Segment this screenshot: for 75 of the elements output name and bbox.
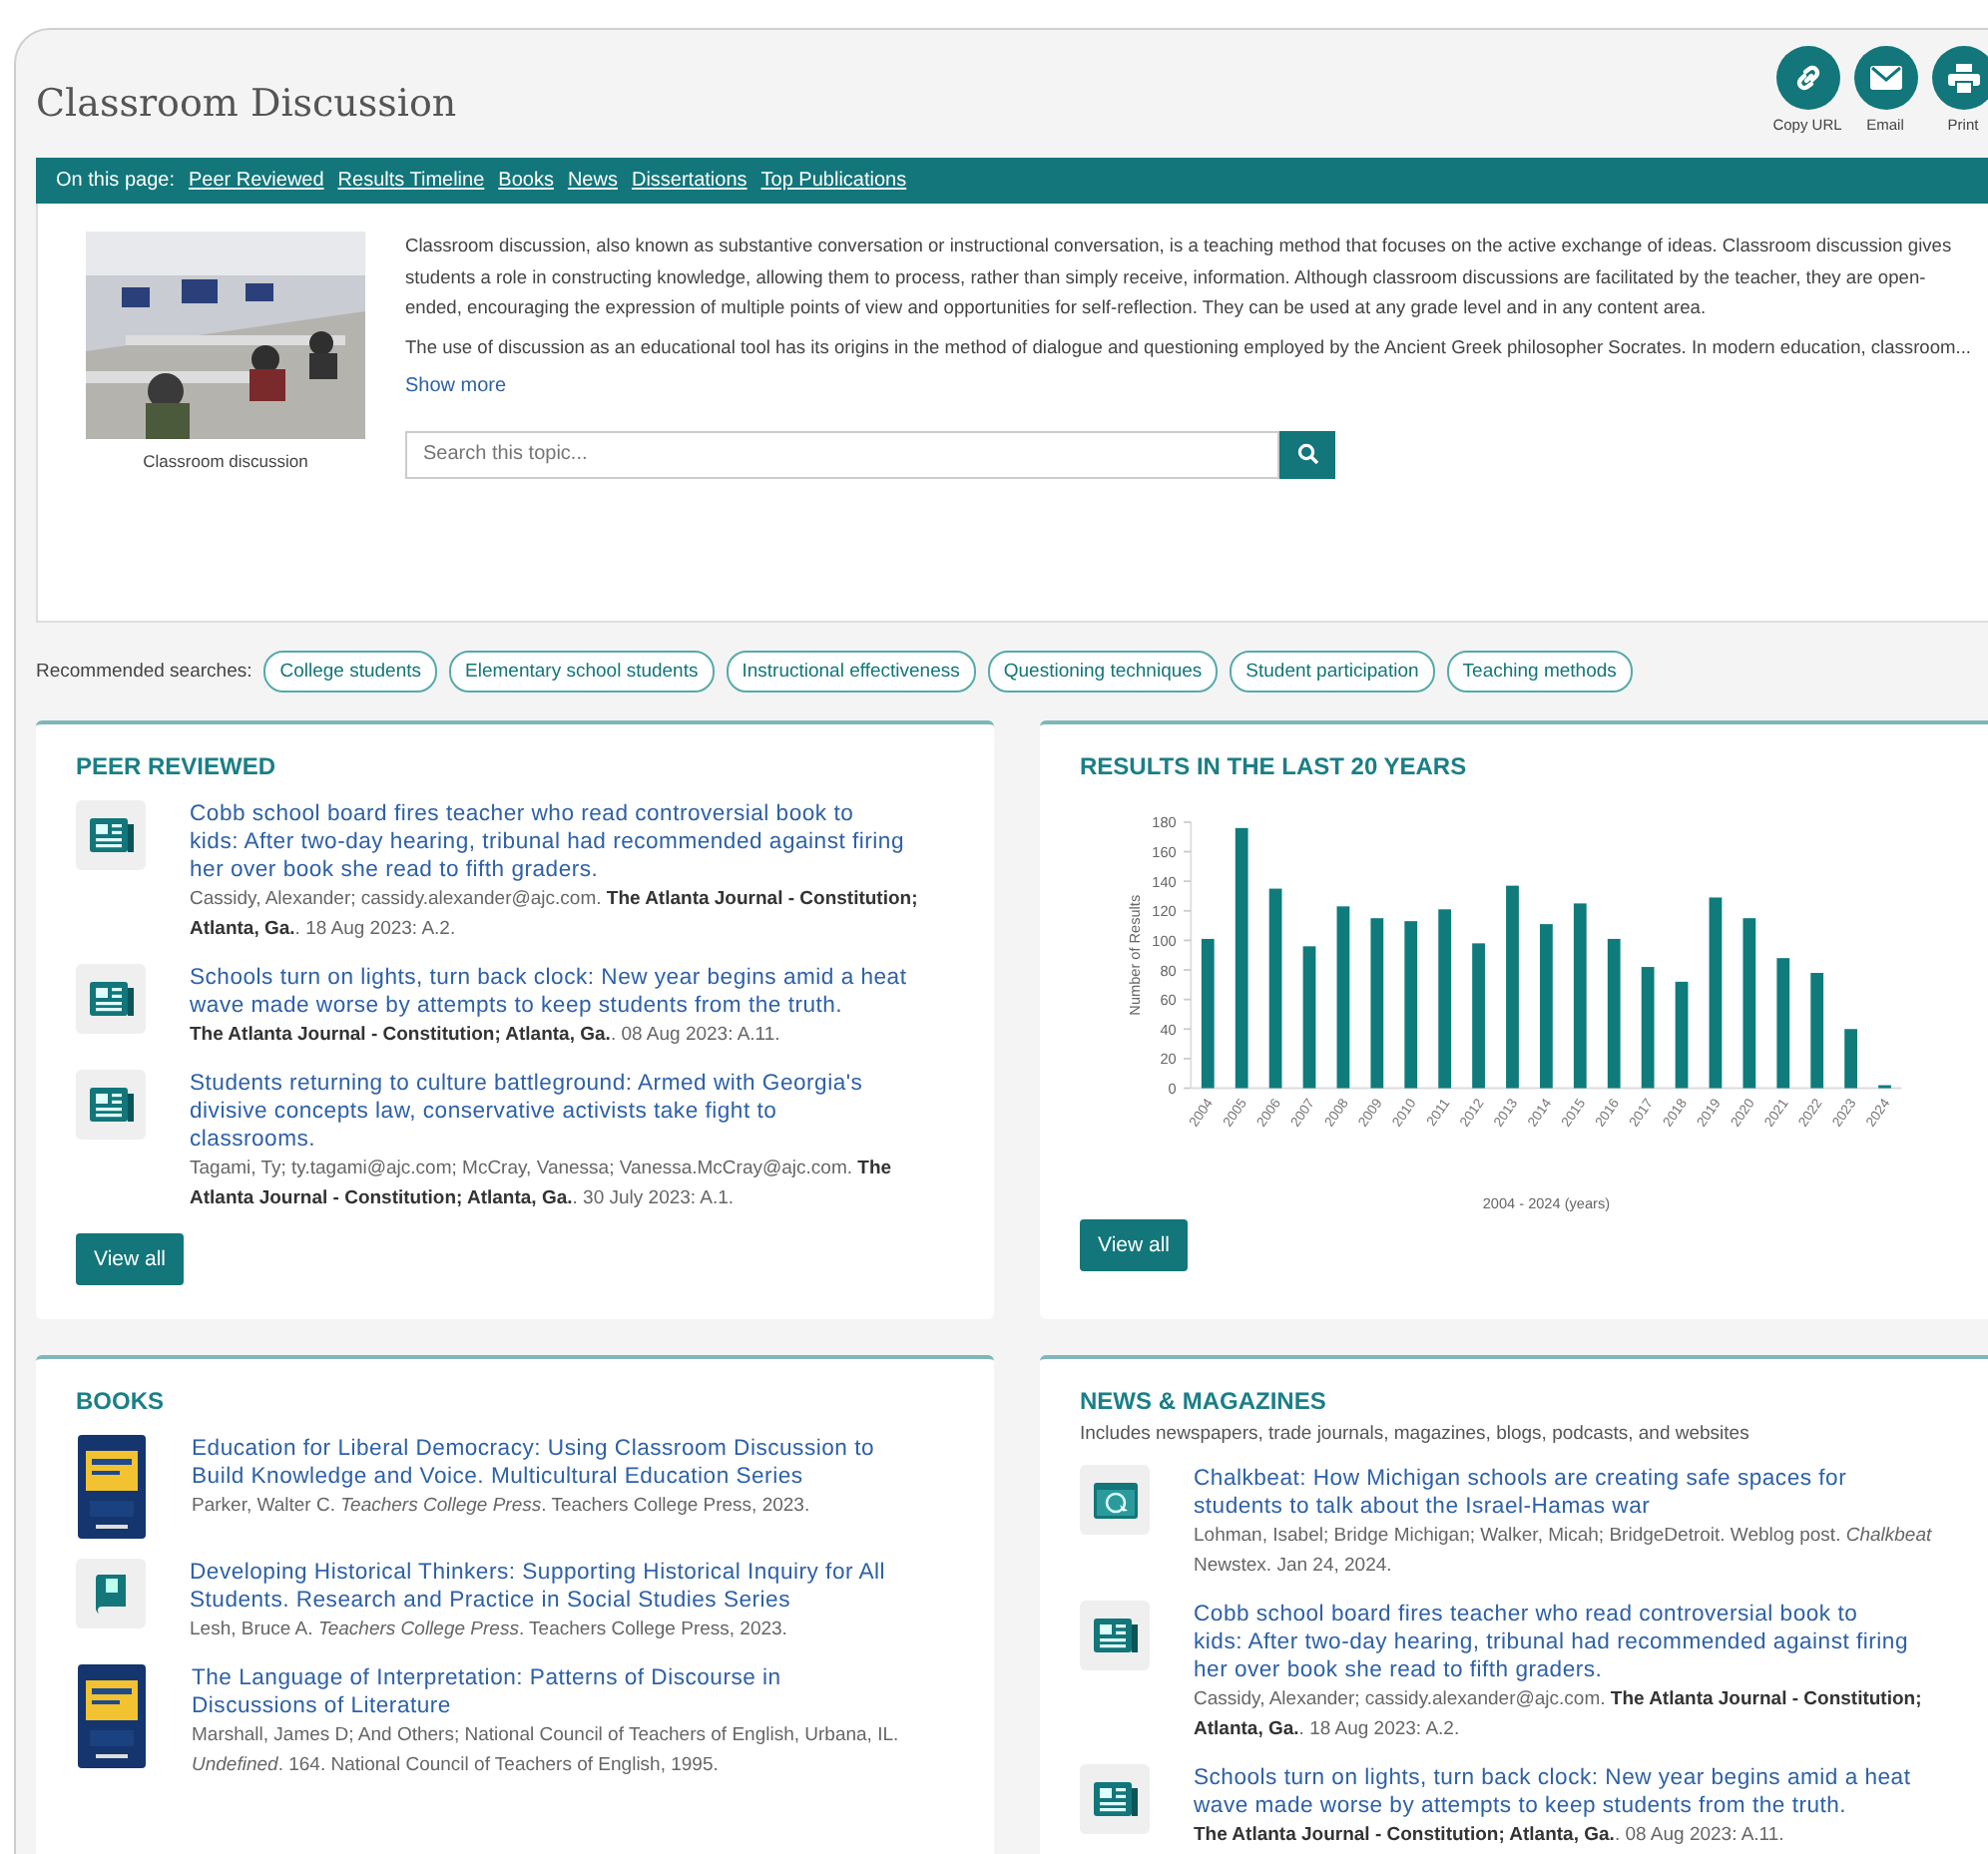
citation: Parker, Walter C. Teachers College Press. Teachers College Press, 2023. [192,1493,812,1521]
axis-tick-label: 0 [1168,1080,1177,1098]
view-all-button[interactable]: View all [1080,1219,1188,1271]
citation: Cassidy, Alexander; cassidy.alexander@ajc.com. The Atlanta Journal - Constitution; Atlanta, Ga.. 18 Aug 2023: A.2. [190,886,920,944]
nav-link[interactable]: Books [498,170,554,192]
view-all-button[interactable]: View all [76,1233,184,1285]
axis-tick-label: 20 [1160,1050,1177,1069]
nav-link[interactable]: Results Timeline [337,170,485,192]
search-tag[interactable]: Questioning techniques [987,651,1219,693]
web-page-icon [1093,1482,1137,1518]
picture-caption: Classroom discussion [143,451,308,471]
citation: The Atlanta Journal - Constitution; Atlanta, Ga.. 08 Aug 2023: A.11. [190,1022,782,1050]
nav-link[interactable]: News [567,170,618,192]
citation: Lesh, Bruce A. Teachers College Press. Teachers College Press, 2023. [190,1617,789,1644]
search-tag[interactable]: College students [263,651,438,693]
axis-tick-label: 160 [1152,843,1177,861]
citation: Cassidy, Alexander; cassidy.alexander@ajc.com. The Atlanta Journal - Constitution; Atlanta, Ga.. 18 Aug 2023: A.2. [1194,1686,1924,1744]
axis-tick-label: 80 [1160,961,1177,980]
section-heading: PEER REVIEWED [76,752,278,780]
result-link[interactable]: Cobb school board fires teacher who read controversial book to kids: After two-day hearing, tribunal had recommended against firing her over book she read to fifth graders. [190,800,908,884]
axis-tick-label: 40 [1160,1020,1177,1039]
search-tag[interactable]: Student participation [1230,651,1435,693]
show-more-link[interactable]: Show more [405,371,507,402]
envelope-icon [1869,66,1901,90]
bar [1776,958,1790,1089]
search-field[interactable]: Search this topic... [405,430,1279,478]
citation: Lohman, Isabel; Bridge Michigan; Walker, Micah; BridgeDetroit. Weblog post. Chalkbeat Newstex. Jan 24, 2024. [1194,1523,1934,1581]
nav-label: On this page: [56,170,175,192]
nav-link[interactable]: Peer Reviewed [188,170,324,192]
result-link[interactable]: Schools turn on lights, turn back clock: New year begins amid a heat wave made worse by attempts to keep students from the truth. [190,964,908,1020]
bar [1302,946,1316,1089]
result-link[interactable]: Cobb school board fires teacher who read controversial book to kids: After two-day hearing, tribunal had recommended against firing her over book she read to fifth graders. [1194,1601,1912,1684]
axis-tick-label: 60 [1160,991,1177,1010]
axis-tick-label: 120 [1152,902,1177,921]
book-icon [93,1574,129,1614]
result-link[interactable]: Chalkbeat: How Michigan schools are creating safe spaces for students to talk about the Israel-Hamas war [1194,1465,1912,1521]
description-text: Classroom discussion, also known as substantive conversation or instructional conversation, is a teaching method that focuses on the active exchange of ideas. Classroom discussion gives students a role in constructing knowledge, allowing them to process, rather than simply receive, information. Although classroom discussions are facilitated by the teacher, they are open-ended, encouraging the expression of multiple points of view and opportunities for self-reflection. They can be used at any grade level and in any content area. [405,233,1954,321]
citation: Marshall, James D; And Others; National Council of Teachers of English, Urbana, IL. Undefined. 164. National Council of Teachers of English, 1995. [192,1722,901,1780]
axis-tick-label: 180 [1152,813,1177,832]
bar [1675,981,1689,1089]
newspaper-icon [1093,1782,1137,1816]
result-link[interactable]: Students returning to culture battleground: Armed with Georgia's divisive concepts law, conservative activists take fight to classrooms. [190,1070,908,1154]
axis-tick-label: 100 [1152,931,1177,950]
result-link[interactable]: The Language of Interpretation: Patterns of Discourse in Discussions of Literature [192,1664,910,1720]
description-text: The use of discussion as an educational tool has its origins in the method of dialogue and questioning employed by the Ancient Greek philosopher Socrates. In modern education, classroom... [405,334,1974,361]
bar [1844,1029,1857,1089]
bar [1810,973,1824,1089]
result-link[interactable]: Developing Historical Thinkers: Supporting Historical Inquiry for All Students. Research and Practice in Social Studies Series [190,1559,908,1615]
axis-title: 2004 - 2024 (years) [1482,1194,1611,1213]
axis-tick-label: 140 [1152,872,1177,891]
newspaper-icon [1093,1619,1137,1652]
section-heading: BOOKS [76,1387,167,1415]
section-heading: RESULTS IN THE LAST 20 YEARS [1080,752,1469,780]
recommended-label: Recommended searches: [36,661,252,683]
nav-link[interactable]: Dissertations [631,170,747,192]
citation: The Atlanta Journal - Constitution; Atlanta, Ga.. 08 Aug 2023: A.11. [1194,1822,1786,1850]
section-subtitle: Includes newspapers, trade journals, magazines, blogs, podcasts, and websites [1080,1423,1751,1445]
axis-title: Number of Results [1126,894,1145,1016]
nav-link[interactable]: Top Publications [760,170,907,192]
search-tag[interactable]: Instructional effectiveness [726,651,976,693]
search-icon [1296,443,1318,465]
newspaper-icon [89,982,133,1016]
section-heading: NEWS & MAGAZINES [1080,1387,1328,1415]
result-link[interactable]: Schools turn on lights, turn back clock: New year begins amid a heat wave made worse by attempts to keep students from the truth. [1194,1764,1912,1820]
link-icon [1791,62,1823,94]
bar [1641,967,1655,1089]
citation: Tagami, Ty; ty.tagami@ajc.com; McCray, Vanessa; Vanessa.McCray@ajc.com. The Atlanta Journal - Constitution; Atlanta, Ga.. 30 July 2023: A.1. [190,1156,894,1213]
search-tag[interactable]: Elementary school students [449,651,715,693]
search-tag[interactable]: Teaching methods [1446,651,1633,693]
newspaper-icon [89,1088,133,1122]
newspaper-icon [89,818,133,852]
result-link[interactable]: Education for Liberal Democracy: Using Classroom Discussion to Build Knowledge and Voice. Multicultural Education Series [192,1435,910,1491]
page-title: Classroom Discussion [36,82,457,126]
printer-icon [1947,63,1979,93]
search-button[interactable] [1279,430,1335,478]
